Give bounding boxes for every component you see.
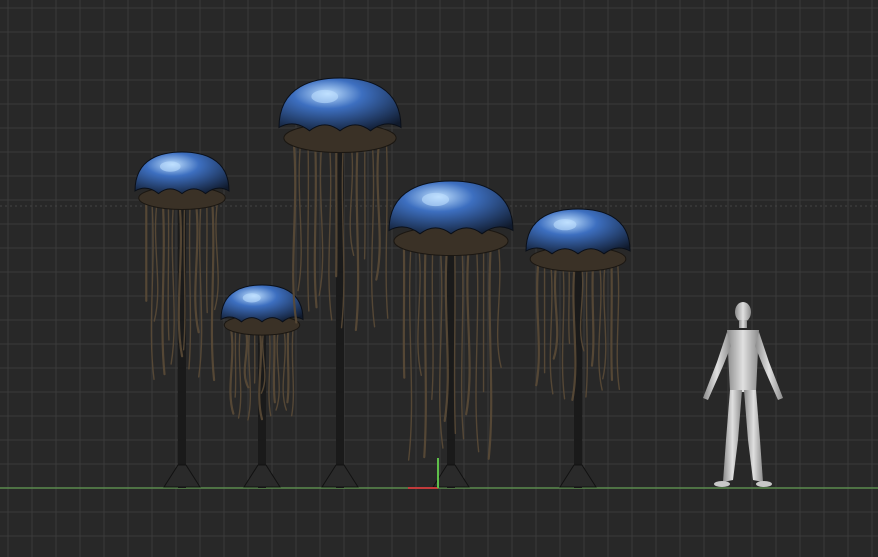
bell-dome [278, 77, 402, 132]
tentacle [275, 326, 280, 411]
jellyfish-lamp-5 [525, 208, 631, 488]
tentacle [153, 199, 159, 322]
bell-highlight [553, 219, 577, 231]
jellyfish-lamp-4 [388, 180, 514, 488]
tentacle [313, 138, 318, 309]
tentacle [370, 139, 376, 328]
tentacle [328, 139, 333, 321]
tentacle [214, 199, 219, 311]
jellyfish-lamp-3 [278, 77, 402, 488]
tentacle [585, 260, 588, 398]
tentacle [282, 326, 288, 411]
tentacle [234, 326, 237, 398]
bell-dome [134, 151, 230, 195]
tentacle [561, 260, 566, 400]
lamp-base [243, 464, 281, 488]
human-right-leg [744, 390, 763, 482]
human-right-foot [756, 481, 772, 487]
bell-highlight [311, 89, 339, 104]
bell-highlight [159, 161, 181, 172]
tentacle [194, 198, 200, 334]
tentacle [161, 198, 166, 376]
lamp-base [321, 464, 359, 488]
tentacle [465, 241, 471, 416]
human-neck [739, 320, 747, 328]
tentacle [297, 139, 302, 292]
tentacle [307, 139, 310, 312]
tentacle [210, 198, 216, 382]
tentacle [568, 260, 571, 344]
scene-objects [134, 77, 783, 488]
tentacle [598, 260, 603, 391]
bell-highlight [242, 293, 261, 303]
tentacle [272, 325, 276, 404]
jellyfish-lamp-2 [220, 284, 304, 488]
human-left-foot [714, 481, 730, 487]
human-left-arm [703, 332, 731, 400]
tentacle [535, 259, 540, 387]
tentacle [453, 242, 457, 435]
tentacle [475, 242, 480, 453]
tentacle [496, 242, 502, 368]
lamp-base [163, 464, 201, 488]
bell-dome [388, 180, 514, 235]
human-scale-reference [703, 302, 783, 487]
tentacle [590, 259, 595, 367]
3d-viewport[interactable] [0, 0, 878, 557]
tentacle [290, 326, 295, 417]
tentacle [286, 325, 290, 404]
tentacle [407, 242, 413, 461]
tentacle [268, 326, 272, 417]
tentacle [610, 259, 614, 381]
tentacle [170, 199, 175, 365]
tentacle [487, 241, 493, 460]
tentacle [354, 138, 360, 332]
tentacle [375, 138, 381, 281]
human-left-leg [723, 390, 742, 482]
tentacle [423, 241, 427, 459]
human-right-arm [755, 332, 783, 400]
bell-dome [220, 284, 304, 323]
lamp-base [559, 464, 597, 488]
tentacle [205, 199, 208, 314]
human-head [735, 302, 751, 322]
bell-dome [525, 208, 631, 255]
tentacle [349, 139, 355, 257]
tentacle [237, 326, 242, 419]
human-torso [727, 330, 759, 392]
tentacle [417, 242, 422, 377]
tentacle [616, 260, 621, 390]
tentacle [549, 260, 554, 395]
tentacle [431, 242, 434, 400]
tentacle [167, 199, 170, 341]
tentacle [229, 325, 235, 415]
bell-highlight [421, 192, 450, 207]
tentacle [385, 139, 389, 319]
axis-gizmo [408, 458, 439, 489]
viewport-canvas[interactable] [0, 0, 878, 557]
